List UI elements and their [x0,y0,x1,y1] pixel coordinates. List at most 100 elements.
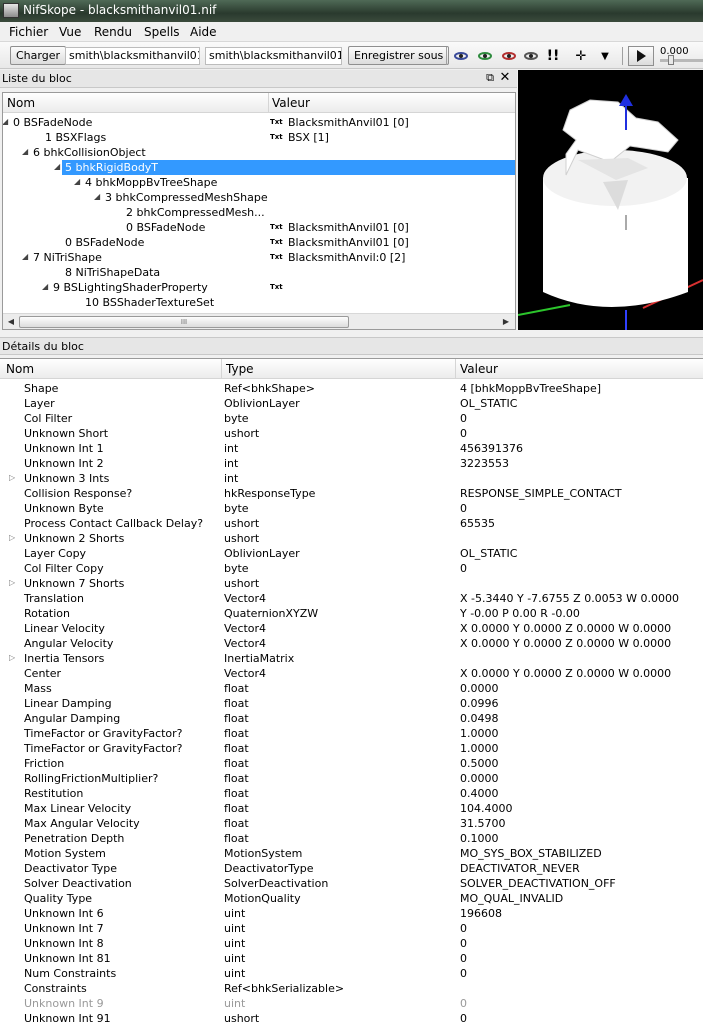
expand-arrow-icon[interactable]: ◢ [22,148,30,156]
eye-red-icon[interactable] [500,47,518,65]
detail-row[interactable]: Solver Deactivation SolverDeactivation SOL… [0,876,703,891]
detail-value[interactable]: 196608 [460,907,502,920]
block-tree-row[interactable]: 10 BSShaderTextureSet [3,295,515,310]
detail-value[interactable]: 456391376 [460,442,523,455]
detail-value[interactable]: MO_SYS_BOX_STABILIZED [460,847,602,860]
block-tree-row[interactable]: ◢ 5 bhkRigidBodyT [3,160,515,175]
detail-row[interactable]: Quality Type MotionQuality MO_QUAL_INVALID [0,891,703,906]
detail-value[interactable]: 0.0498 [460,712,499,725]
detail-value[interactable]: 0 [460,997,467,1010]
menu-spells[interactable]: Spells [144,25,180,39]
detail-row[interactable]: Angular Velocity Vector4 X 0.0000 Y 0.0000… [0,636,703,651]
detail-row[interactable]: Unknown Int 9 uint 0 [0,996,703,1011]
detail-value[interactable]: 104.4000 [460,802,513,815]
chevron-down-icon[interactable]: ▼ [596,47,614,65]
detail-row[interactable]: TimeFactor or GravityFactor? float 1.0000 [0,726,703,741]
block-tree-row[interactable]: 1 BSXFlags Txt BSX [1] [3,130,515,145]
scroll-left-icon[interactable]: ◀ [6,317,16,327]
detail-row[interactable]: Unknown Int 6 uint 196608 [0,906,703,921]
expand-arrow-icon[interactable]: ▷ [9,533,15,542]
detail-row[interactable]: Unknown Int 81 uint 0 [0,951,703,966]
detail-row[interactable]: Unknown Int 91 ushort 0 [0,1011,703,1026]
block-tree-row[interactable]: 8 NiTriShapeData [3,265,515,280]
block-tree-row[interactable]: 2 bhkCompressedMesh... [3,205,515,220]
detail-value[interactable]: 1.0000 [460,742,499,755]
3d-viewport[interactable] [518,70,703,330]
detail-row[interactable]: Unknown Int 7 uint 0 [0,921,703,936]
detail-value[interactable]: 1.0000 [460,727,499,740]
save-path-field[interactable]: smith\blacksmithanvil01.nif [205,47,342,65]
detail-value[interactable]: 3223553 [460,457,509,470]
detail-value[interactable]: OL_STATIC [460,547,517,560]
detail-value[interactable]: 31.5700 [460,817,506,830]
menu-aide[interactable]: Aide [190,25,217,39]
detail-row[interactable]: Linear Velocity Vector4 X 0.0000 Y 0.0000 … [0,621,703,636]
detail-row[interactable]: Friction float 0.5000 [0,756,703,771]
detail-value[interactable]: 0.0996 [460,697,499,710]
column-divider[interactable] [268,93,269,113]
detail-row[interactable]: Translation Vector4 X -5.3440 Y -7.6755 Z … [0,591,703,606]
block-tree-row[interactable]: ◢ 0 BSFadeNode Txt BlacksmithAnvil01 [0] [3,115,515,130]
expand-arrow-icon[interactable]: ◢ [3,118,10,126]
detail-value[interactable]: 0.5000 [460,757,499,770]
detail-row[interactable]: Shape Ref<bhkShape> 4 [bhkMoppBvTreeShape] [0,381,703,396]
detail-row[interactable]: ▷ Unknown 2 Shorts ushort [0,531,703,546]
detail-row[interactable]: Constraints Ref<bhkSerializable> [0,981,703,996]
close-icon[interactable]: ✕ [499,71,511,85]
detail-value[interactable]: 0.4000 [460,787,499,800]
horizontal-scrollbar[interactable]: ◀ III ▶ [3,313,515,329]
column-header-value[interactable]: Valeur [460,362,498,376]
detail-row[interactable]: Layer Copy OblivionLayer OL_STATIC [0,546,703,561]
detail-row[interactable]: Center Vector4 X 0.0000 Y 0.0000 Z 0.0000 … [0,666,703,681]
time-slider-thumb[interactable] [668,55,674,65]
detail-row[interactable]: Col Filter Copy byte 0 [0,561,703,576]
block-tree-row[interactable]: ◢ 4 bhkMoppBvTreeShape [3,175,515,190]
footprint-icon[interactable]: !! [544,47,562,65]
detail-value[interactable]: 0 [460,967,467,980]
column-header-value[interactable]: Valeur [272,96,310,110]
detail-value[interactable]: OL_STATIC [460,397,517,410]
detail-value[interactable]: 0 [460,412,467,425]
detail-row[interactable]: RollingFrictionMultiplier? float 0.0000 [0,771,703,786]
detail-value[interactable]: X 0.0000 Y 0.0000 Z 0.0000 W 0.0000 [460,667,671,680]
eye-green-icon[interactable] [476,47,494,65]
detail-row[interactable]: Motion System MotionSystem MO_SYS_BOX_STAB… [0,846,703,861]
expand-arrow-icon[interactable]: ◢ [74,178,82,186]
detail-row[interactable]: Unknown Int 2 int 3223553 [0,456,703,471]
detail-row[interactable]: Angular Damping float 0.0498 [0,711,703,726]
detail-value[interactable]: DEACTIVATOR_NEVER [460,862,580,875]
axes-icon[interactable]: ✛ [572,47,590,65]
load-button[interactable]: Charger [10,46,66,65]
block-tree-row[interactable]: ◢ 9 BSLightingShaderProperty Txt [3,280,515,295]
play-button[interactable] [628,46,654,66]
detail-value[interactable]: Y -0.00 P 0.00 R -0.00 [460,607,580,620]
detail-value[interactable]: 0.0000 [460,682,499,695]
block-tree-row[interactable]: 0 BSFadeNode Txt BlacksmithAnvil01 [0] [3,220,515,235]
detail-row[interactable]: Unknown Int 1 int 456391376 [0,441,703,456]
column-header-name[interactable]: Nom [6,362,34,376]
detail-row[interactable]: Linear Damping float 0.0996 [0,696,703,711]
detail-row[interactable]: ▷ Inertia Tensors InertiaMatrix [0,651,703,666]
detail-value[interactable]: 0 [460,562,467,575]
detail-row[interactable]: Penetration Depth float 0.1000 [0,831,703,846]
expand-arrow-icon[interactable]: ◢ [42,283,50,291]
detail-value[interactable]: X 0.0000 Y 0.0000 Z 0.0000 W 0.0000 [460,622,671,635]
detail-value[interactable]: 0.1000 [460,832,499,845]
detail-row[interactable]: Unknown Short ushort 0 [0,426,703,441]
detail-value[interactable]: 0 [460,937,467,950]
detail-row[interactable]: TimeFactor or GravityFactor? float 1.0000 [0,741,703,756]
block-tree-row[interactable]: 0 BSFadeNode Txt BlacksmithAnvil01 [0] [3,235,515,250]
detail-row[interactable]: Layer OblivionLayer OL_STATIC [0,396,703,411]
detail-value[interactable]: 0 [460,427,467,440]
detail-value[interactable]: RESPONSE_SIMPLE_CONTACT [460,487,622,500]
menu-rendu[interactable]: Rendu [94,25,132,39]
detail-value[interactable]: X 0.0000 Y 0.0000 Z 0.0000 W 0.0000 [460,637,671,650]
time-slider[interactable] [660,55,703,65]
detail-value[interactable]: 0 [460,1012,467,1025]
detail-value[interactable]: MO_QUAL_INVALID [460,892,563,905]
scroll-right-icon[interactable]: ▶ [501,317,511,327]
detail-row[interactable]: Mass float 0.0000 [0,681,703,696]
expand-arrow-icon[interactable]: ▷ [9,473,15,482]
detail-row[interactable]: Unknown Byte byte 0 [0,501,703,516]
expand-arrow-icon[interactable]: ◢ [54,163,62,171]
